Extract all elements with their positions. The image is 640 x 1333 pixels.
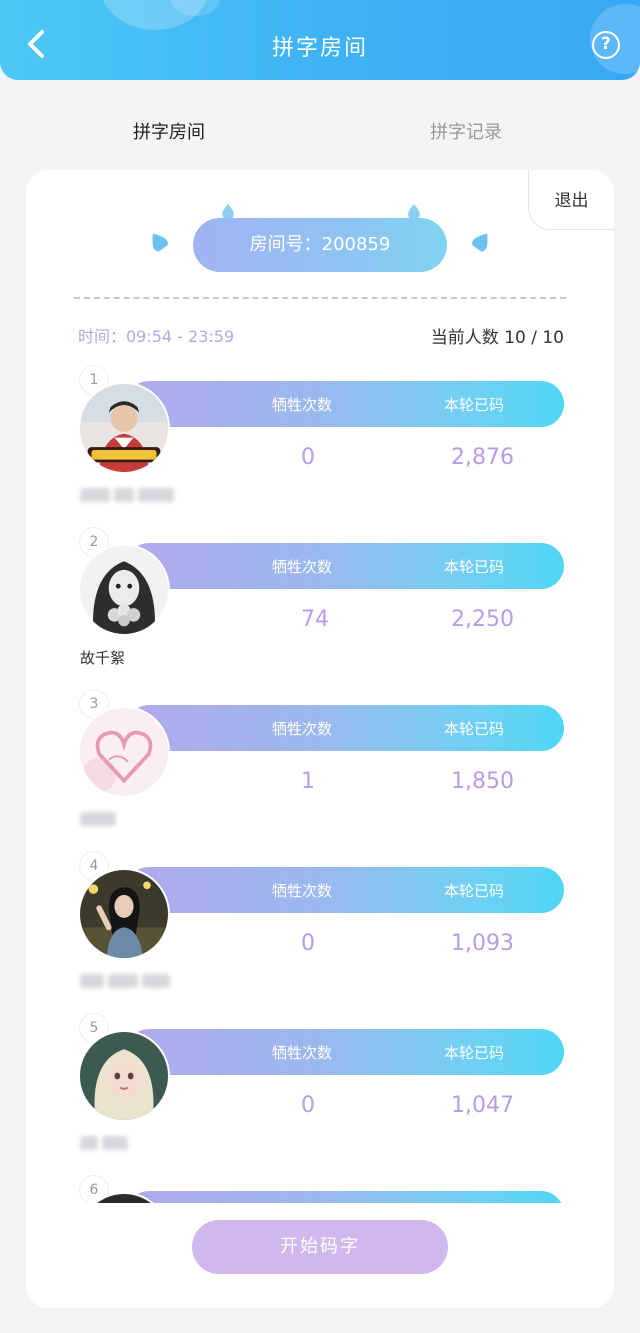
droplet-icon (222, 203, 234, 220)
list-item: 4 牺牲次数 本轮已码 0 1,093 (26, 851, 614, 1013)
typed-label: 本轮已码 (444, 720, 505, 738)
nickname: 故千絮 (80, 649, 126, 667)
avatar[interactable] (78, 544, 170, 636)
avatar[interactable] (78, 706, 170, 798)
list-item: 5 牺牲次数 本轮已码 0 1,047 (26, 1013, 614, 1175)
room-time: 时间：09:54 - 23:59 (78, 327, 235, 346)
sacrifice-value: 0 (301, 931, 315, 956)
dashed-divider (74, 297, 566, 299)
sacrifice-value: 0 (301, 445, 315, 470)
sacrifice-label: 牺牲次数 (272, 558, 333, 576)
droplet-icon (146, 229, 169, 253)
typed-label: 本轮已码 (444, 396, 505, 414)
droplet-icon (408, 203, 420, 220)
stats-bar: 牺牲次数 本轮已码 (126, 1029, 564, 1075)
avatar-5-icon (80, 1032, 168, 1120)
avatar-1-icon (80, 384, 168, 472)
sacrifice-label: 牺牲次数 (272, 1044, 333, 1062)
sacrifice-value: 1 (301, 769, 315, 794)
list-item: 6 (26, 1175, 614, 1203)
typed-label: 本轮已码 (444, 882, 505, 900)
list-item: 3 牺牲次数 本轮已码 1 1,850 (26, 689, 614, 851)
sacrifice-label: 牺牲次数 (272, 396, 333, 414)
typed-value: 1,093 (451, 931, 514, 956)
avatar-4-icon (80, 870, 168, 958)
nickname-blurred (80, 971, 174, 989)
droplet-icon (470, 229, 493, 253)
list-item: 1 牺牲次数 本轮已码 0 2,876 (26, 365, 614, 527)
sacrifice-value: 0 (301, 1093, 315, 1118)
sacrifice-value: 74 (301, 607, 329, 632)
room-number-badge: 房间号：200859 (193, 218, 447, 272)
nickname-blurred (80, 809, 120, 827)
stats-bar: 牺牲次数 本轮已码 (126, 381, 564, 427)
avatar-3-icon (80, 708, 168, 796)
member-count: 当前人数 10 / 10 (430, 328, 564, 348)
nickname-blurred (80, 485, 178, 503)
stats-bar: 牺牲次数 本轮已码 (126, 705, 564, 751)
help-button[interactable]: ? (592, 31, 620, 59)
typed-label: 本轮已码 (444, 1044, 505, 1062)
exit-button[interactable]: 退出 (528, 170, 614, 230)
member-list[interactable]: 1 牺牲次数 本轮已码 0 2,876 2 牺牲次数 本轮已码 74 2,250… (26, 365, 614, 1203)
nickname-blurred (80, 1133, 132, 1151)
typed-value: 2,876 (451, 445, 514, 470)
room-card: 退出 房间号：200859 时间：09:54 - 23:59 当前人数 10 /… (26, 170, 614, 1308)
stats-bar (126, 1191, 564, 1203)
sacrifice-label: 牺牲次数 (272, 720, 333, 738)
typed-value: 1,850 (451, 769, 514, 794)
typed-value: 2,250 (451, 607, 514, 632)
stats-bar: 牺牲次数 本轮已码 (126, 543, 564, 589)
tab-records[interactable]: 拼字记录 (430, 118, 502, 144)
page-title: 拼字房间 (271, 36, 368, 61)
top-app-bar: 拼字房间 ? (0, 0, 640, 80)
stats-bar: 牺牲次数 本轮已码 (126, 867, 564, 913)
avatar[interactable] (78, 868, 170, 960)
typed-value: 1,047 (451, 1093, 514, 1118)
list-item: 2 牺牲次数 本轮已码 74 2,250 故千絮 (26, 527, 614, 689)
tab-room[interactable]: 拼字房间 (133, 118, 205, 144)
avatar-2-icon (80, 546, 168, 634)
start-typing-button[interactable]: 开始码字 (192, 1220, 448, 1274)
avatar[interactable] (78, 1030, 170, 1122)
typed-label: 本轮已码 (444, 558, 505, 576)
avatar[interactable] (78, 382, 170, 474)
sacrifice-label: 牺牲次数 (272, 882, 333, 900)
